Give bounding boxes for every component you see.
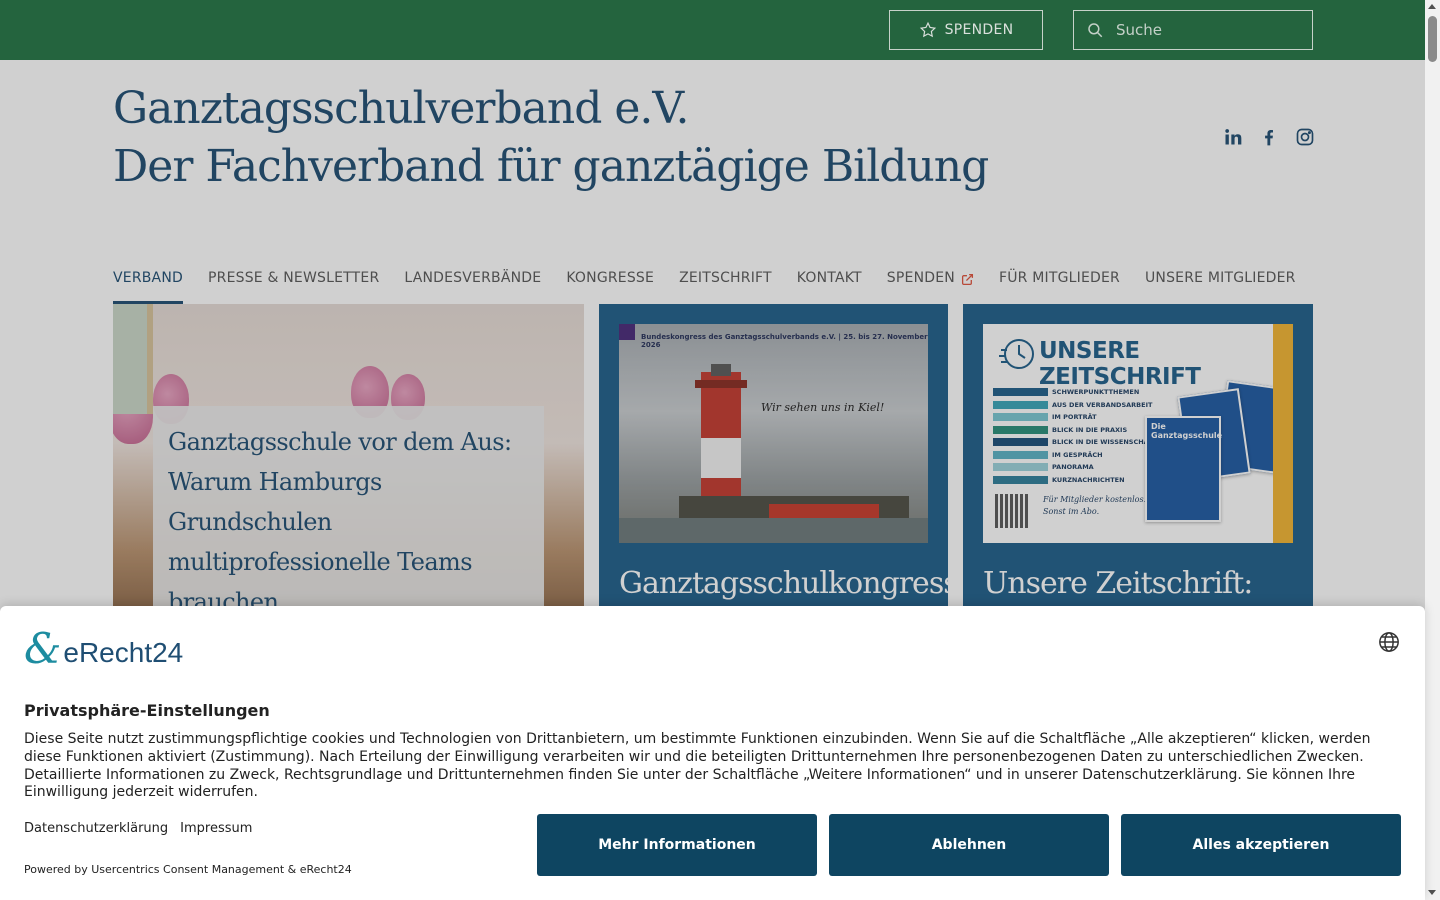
search-icon <box>1088 23 1103 38</box>
nav-item-kongresse[interactable]: KONGRESSE <box>566 262 654 304</box>
picture-frame <box>113 304 153 414</box>
nav-item-unsere-mitglieder[interactable]: UNSERE MITGLIEDER <box>1145 262 1296 304</box>
list-item: PANORAMA <box>993 461 1158 474</box>
zeitschrift-card-title[interactable]: Unsere Zeitschrift: <box>983 566 1253 601</box>
more-information-button[interactable]: Mehr Informationen <box>537 814 817 876</box>
feature-card-title-box: Ganztagsschule vor dem Aus: Warum Hambur… <box>153 406 544 614</box>
zeitschrift-image-title: UNSERE ZEITSCHRIFT <box>1039 338 1201 390</box>
site-title-line2: Der Fachverband für ganztägige Bildung <box>113 141 989 192</box>
list-item: BLICK IN DIE PRAXIS <box>993 424 1158 437</box>
donate-button[interactable]: SPENDEN <box>889 10 1043 50</box>
list-item: AUS DER VERBANDSARBEIT <box>993 399 1158 412</box>
list-item: BLICK IN DIE WISSENSCHAFT <box>993 436 1158 449</box>
nav-item-fuer-mitglieder[interactable]: FÜR MITGLIEDER <box>999 262 1120 304</box>
list-item: IM PORTRÄT <box>993 411 1158 424</box>
site-title[interactable]: Ganztagsschulverband e.V. Der Fachverban… <box>113 80 989 196</box>
star-outline-icon <box>919 21 936 38</box>
zeitschrift-card[interactable]: UNSERE ZEITSCHRIFT SCHWERPUNKTTHEMEN AUS… <box>963 304 1313 614</box>
accept-all-button[interactable]: Alles akzeptieren <box>1121 814 1401 876</box>
instagram-icon[interactable] <box>1294 126 1316 148</box>
kongress-image: Bundeskongress des Ganztagsschulverbands… <box>619 324 928 543</box>
nav-item-verband[interactable]: VERBAND <box>113 262 183 304</box>
scroll-down-arrow-icon[interactable] <box>1428 890 1436 895</box>
nav-item-presse-newsletter[interactable]: PRESSE & NEWSLETTER <box>208 262 379 304</box>
consent-heading: Privatsphäre-Einstellungen <box>24 701 270 720</box>
social-links <box>1222 126 1316 148</box>
erecht24-logo-text: eRecht24 <box>63 637 184 668</box>
powered-by-text: Powered by Usercentrics Consent Manageme… <box>24 863 352 876</box>
kongress-card[interactable]: Bundeskongress des Ganztagsschulverbands… <box>599 304 948 614</box>
erecht24-logo: & eRecht24 <box>24 624 184 673</box>
scroll-up-arrow-icon[interactable] <box>1428 4 1436 9</box>
qr-code <box>995 494 1029 528</box>
consent-banner: & eRecht24 Privatsphäre-Einstellungen Di… <box>0 606 1425 900</box>
linkedin-icon[interactable] <box>1222 126 1244 148</box>
facebook-icon[interactable] <box>1258 126 1280 148</box>
nav-item-zeitschrift[interactable]: ZEITSCHRIFT <box>679 262 772 304</box>
external-link-icon <box>961 273 973 286</box>
nav-item-spenden[interactable]: SPENDEN <box>887 262 974 304</box>
donate-label: SPENDEN <box>944 22 1014 38</box>
scroll-thumb[interactable] <box>1428 16 1437 62</box>
clock-icon <box>999 339 1034 369</box>
page-scrollbar[interactable] <box>1425 0 1440 900</box>
yellow-stripe <box>1273 324 1293 543</box>
feature-card-title[interactable]: Ganztagsschule vor dem Aus: Warum Hambur… <box>168 422 529 614</box>
site-title-line1: Ganztagsschulverband e.V. <box>113 83 689 134</box>
nav-item-kontakt[interactable]: KONTAKT <box>797 262 862 304</box>
list-item: IM GESPRÄCH <box>993 449 1158 462</box>
consent-text: Diese Seite nutzt zustimmungspflichtige … <box>24 731 1371 801</box>
zeitschrift-image: UNSERE ZEITSCHRIFT SCHWERPUNKTTHEMEN AUS… <box>983 324 1293 543</box>
nav-item-landesverbaende[interactable]: LANDESVERBÄNDE <box>404 262 541 304</box>
main-navigation: VERBAND PRESSE & NEWSLETTER LANDESVERBÄN… <box>113 262 1296 304</box>
consent-links: Datenschutzerklärung Impressum <box>24 821 252 836</box>
zeitschrift-topics: SCHWERPUNKTTHEMEN AUS DER VERBANDSARBEIT… <box>993 386 1158 486</box>
list-item: SCHWERPUNKTTHEMEN <box>993 386 1158 399</box>
magazine-cover: Die Ganztagsschule <box>1145 416 1222 522</box>
privacy-policy-link[interactable]: Datenschutzerklärung <box>24 821 168 836</box>
erecht24-logo-mark: & <box>24 624 62 673</box>
kongress-card-title[interactable]: Ganztagsschulkongress <box>619 566 948 601</box>
search-box[interactable] <box>1073 10 1313 50</box>
reject-button[interactable]: Ablehnen <box>829 814 1109 876</box>
search-input[interactable] <box>1116 21 1296 39</box>
imprint-link[interactable]: Impressum <box>180 821 252 836</box>
lighthouse-illustration <box>619 324 928 543</box>
top-bar: SPENDEN <box>0 0 1425 60</box>
globe-icon[interactable] <box>1378 631 1400 653</box>
feature-card[interactable]: Ganztagsschule vor dem Aus: Warum Hambur… <box>113 304 584 614</box>
list-item: KURZNACHRICHTEN <box>993 474 1158 487</box>
